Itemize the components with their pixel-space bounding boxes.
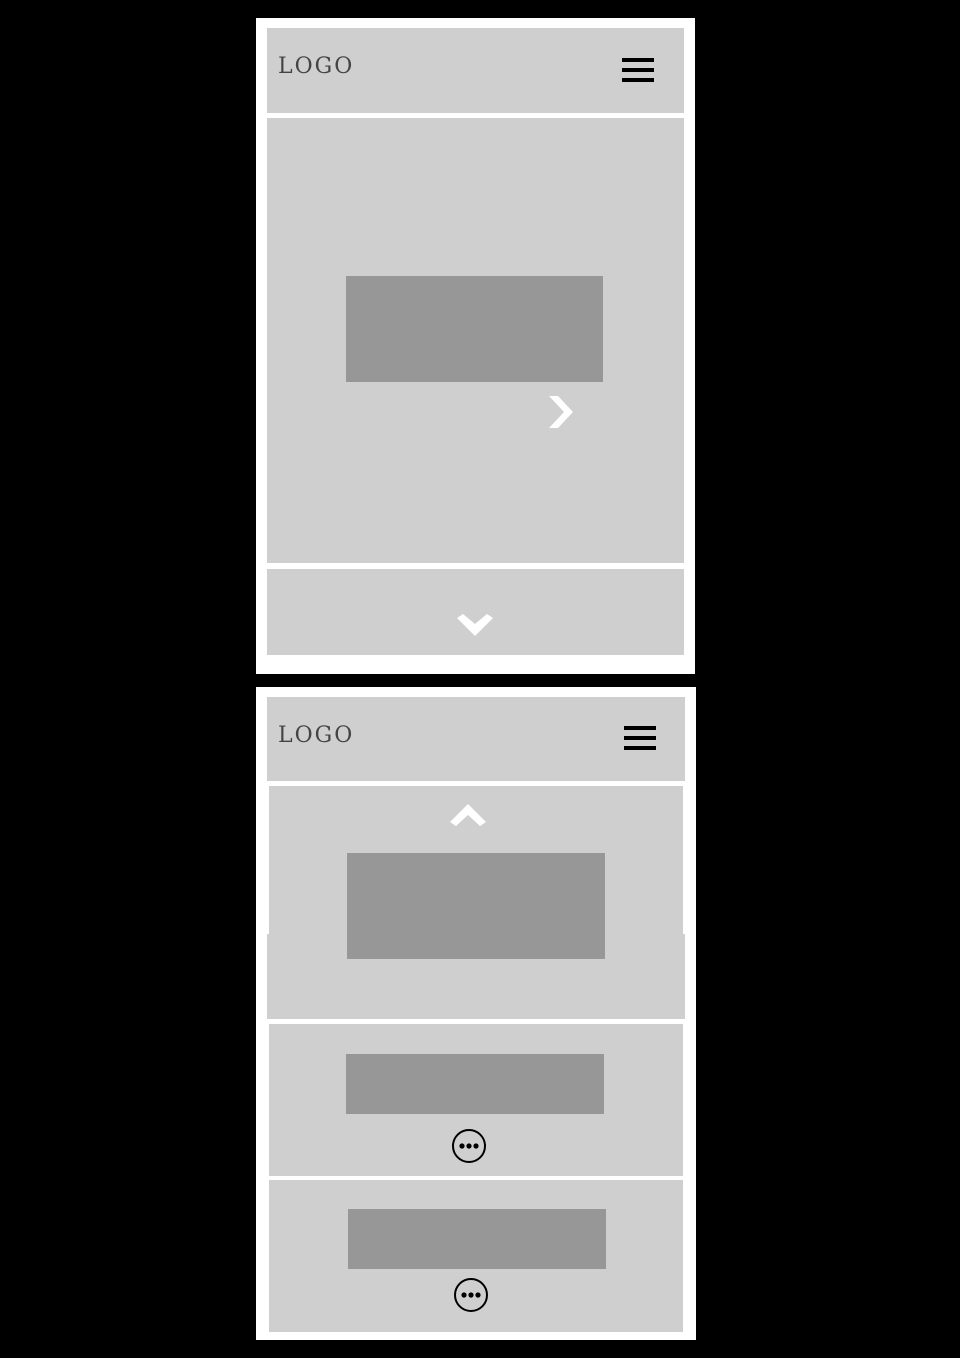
content-card <box>269 1024 683 1176</box>
hamburger-menu-icon[interactable] <box>622 58 654 85</box>
hero-section <box>267 118 684 563</box>
scroll-footer <box>267 569 684 655</box>
mobile-screen-2: LOGO <box>256 687 696 1340</box>
content-card <box>269 1180 683 1332</box>
more-options-icon[interactable] <box>452 1129 486 1163</box>
hero-image-placeholder <box>347 853 605 959</box>
hero-image-placeholder <box>346 276 603 382</box>
card-image-placeholder <box>346 1054 604 1114</box>
chevron-right-icon[interactable] <box>547 394 575 430</box>
chevron-down-icon[interactable] <box>457 614 493 640</box>
header-bar: LOGO <box>267 28 684 113</box>
hamburger-menu-icon[interactable] <box>624 726 656 753</box>
mobile-screen-1: LOGO <box>256 18 695 674</box>
logo[interactable]: LOGO <box>278 723 354 748</box>
header-bar: LOGO <box>267 697 685 781</box>
logo[interactable]: LOGO <box>278 54 354 79</box>
more-options-icon[interactable] <box>454 1278 488 1312</box>
chevron-up-icon[interactable] <box>450 804 486 828</box>
card-image-placeholder <box>348 1209 606 1269</box>
